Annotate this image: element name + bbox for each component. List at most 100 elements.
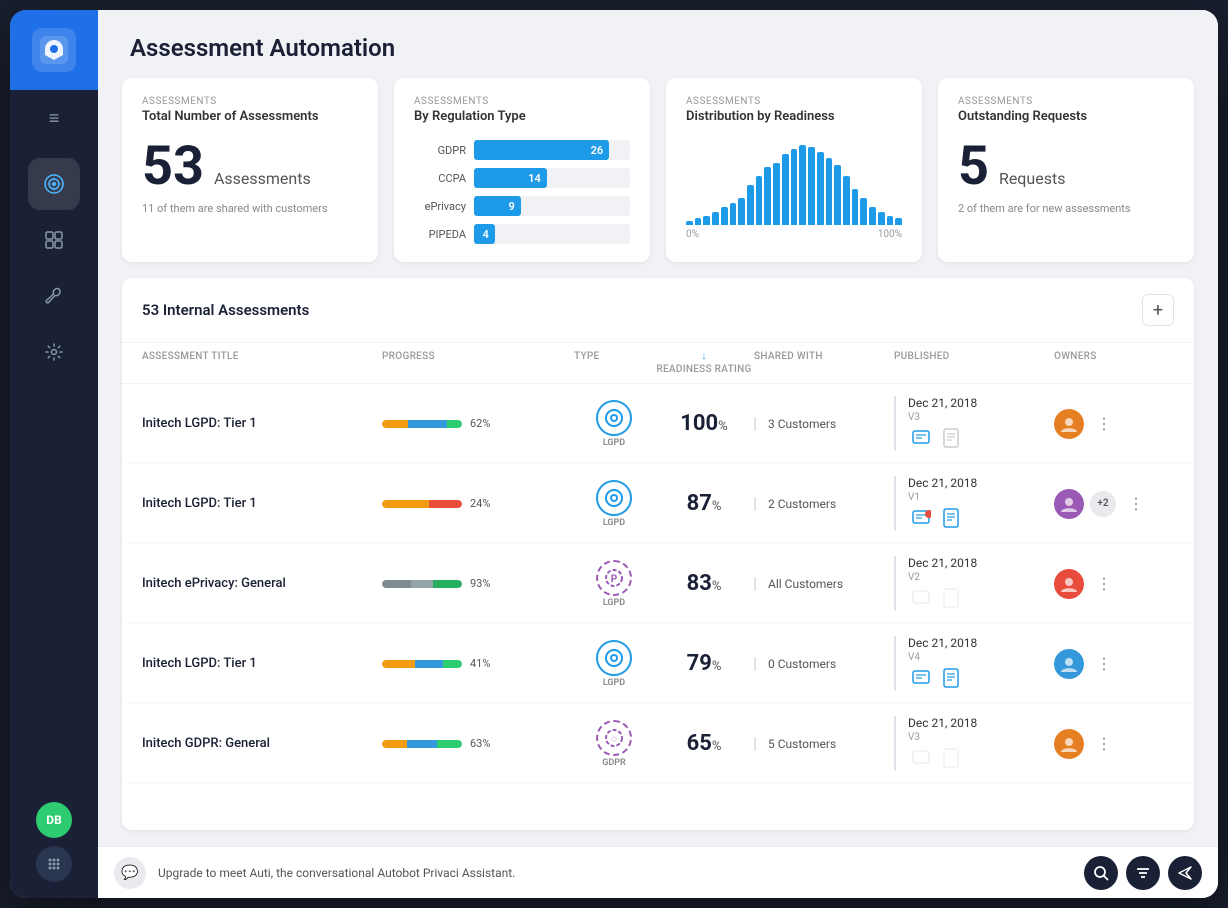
dist-bar	[895, 218, 902, 225]
pub-date: Dec 21, 2018	[908, 716, 1054, 730]
owners-cell: ⋮	[1054, 569, 1174, 599]
apps-icon[interactable]	[36, 846, 72, 882]
sidebar-item-radar[interactable]	[28, 158, 80, 210]
doc-icon-inactive[interactable]	[938, 745, 964, 771]
progress-segment	[408, 420, 447, 428]
bar-track: 9	[474, 196, 630, 216]
regulation-bar-row: GDPR 26	[414, 140, 630, 160]
search-bottom-button[interactable]	[1084, 856, 1118, 890]
bar-label: ePrivacy	[414, 200, 466, 213]
shared-count: 0 Customers	[768, 657, 836, 671]
progress-segment	[382, 500, 429, 508]
stat-title-2: By Regulation Type	[414, 109, 630, 124]
doc-icon-inactive[interactable]	[938, 585, 964, 611]
chat-icon[interactable]	[908, 505, 934, 531]
shared-with-cell: 3 Customers	[754, 417, 894, 431]
action-icons	[908, 425, 1054, 451]
table-title: 53 Internal Assessments	[142, 301, 309, 319]
pub-date: Dec 21, 2018	[908, 556, 1054, 570]
svg-text:P: P	[611, 574, 618, 585]
kebab-menu-button[interactable]: ⋮	[1090, 570, 1118, 598]
published-cell: Dec 21, 2018 V1	[894, 476, 1054, 531]
readiness-number: 79	[687, 651, 712, 676]
bar-fill: 26	[474, 140, 609, 160]
progress-segment	[429, 500, 462, 508]
dist-bar	[869, 207, 876, 225]
filter-bottom-button[interactable]	[1126, 856, 1160, 890]
dist-bar	[721, 207, 728, 225]
bar-track: 14	[474, 168, 630, 188]
type-badge: ◌ GDPR	[574, 720, 654, 768]
progress-fill	[382, 420, 462, 428]
chat-icon-inactive[interactable]	[908, 745, 934, 771]
total-assessments-number: 53	[142, 140, 204, 194]
type-icon: ◌	[596, 720, 632, 756]
outstanding-unit: Requests	[999, 169, 1066, 188]
shared-with-cell: 0 Customers	[754, 657, 894, 671]
kebab-menu-button[interactable]: ⋮	[1122, 490, 1150, 518]
pub-version: V4	[908, 652, 1054, 663]
pub-version: V2	[908, 572, 1054, 583]
chat-icon[interactable]	[908, 665, 934, 691]
upgrade-message: Upgrade to meet Auti, the conversational…	[158, 866, 1072, 880]
pub-version: V1	[908, 492, 1054, 503]
doc-icon[interactable]	[938, 505, 964, 531]
add-assessment-button[interactable]: +	[1142, 294, 1174, 326]
progress-segment	[382, 420, 408, 428]
dist-bar	[834, 165, 841, 225]
regulation-bar-row: ePrivacy 9	[414, 196, 630, 216]
sidebar-item-dashboard[interactable]	[28, 214, 80, 266]
type-badge: LGPD	[574, 400, 654, 448]
type-label: LGPD	[603, 678, 625, 688]
dist-bar	[791, 149, 798, 225]
menu-toggle-button[interactable]: ≡	[10, 94, 98, 142]
doc-icon[interactable]	[938, 425, 964, 451]
progress-fill	[382, 580, 462, 588]
dist-bar	[686, 221, 693, 225]
page-header: Assessment Automation	[98, 10, 1218, 78]
dist-bar	[817, 152, 824, 225]
bar-label: GDPR	[414, 144, 466, 157]
col-name: Assessment Title	[142, 351, 382, 375]
dist-bar	[738, 198, 745, 225]
kebab-menu-button[interactable]: ⋮	[1090, 650, 1118, 678]
assessment-name: Initech LGPD: Tier 1	[142, 656, 382, 671]
dist-bar	[703, 216, 710, 225]
dist-bar	[773, 163, 780, 225]
kebab-menu-button[interactable]: ⋮	[1090, 730, 1118, 758]
dist-bar	[712, 212, 719, 225]
bar-fill: 4	[474, 224, 495, 244]
stat-label-1: Assessments	[142, 96, 358, 107]
progress-segment	[433, 580, 462, 588]
sidebar-logo	[10, 10, 98, 90]
progress-segment	[382, 660, 415, 668]
doc-icon[interactable]	[938, 665, 964, 691]
regulation-bars: GDPR 26 CCPA 14 ePrivacy 9 PIPEDA 4	[414, 140, 630, 244]
progress-label: 63%	[470, 737, 490, 750]
owner-avatar	[1054, 729, 1084, 759]
kebab-menu-button[interactable]: ⋮	[1090, 410, 1118, 438]
send-bottom-button[interactable]	[1168, 856, 1202, 890]
stat-title-4: Outstanding Requests	[958, 109, 1174, 124]
regulation-bar-row: CCPA 14	[414, 168, 630, 188]
type-icon	[596, 400, 632, 436]
sidebar-item-wrench[interactable]	[28, 270, 80, 322]
owner-avatar	[1054, 409, 1084, 439]
type-badge: P LGPD	[574, 560, 654, 608]
readiness-number: 65	[687, 731, 712, 756]
type-badge: LGPD	[574, 640, 654, 688]
bar-value: 4	[483, 228, 489, 241]
readiness-number: 87	[687, 491, 712, 516]
table-row: Initech LGPD: Tier 1 41% LGPD 79% 0 Cust…	[122, 624, 1194, 704]
user-avatar[interactable]: DB	[36, 802, 72, 838]
chat-icon[interactable]	[908, 425, 934, 451]
sidebar-item-settings[interactable]	[28, 326, 80, 378]
readiness-cell: 79%	[654, 651, 754, 676]
shared-count: 2 Customers	[768, 497, 836, 511]
dist-bar	[695, 218, 702, 225]
stat-outstanding: Assessments Outstanding Requests 5 Reque…	[938, 78, 1194, 262]
bar-track: 26	[474, 140, 630, 160]
chat-icon-inactive[interactable]	[908, 585, 934, 611]
progress-segment	[382, 580, 411, 588]
table-row: Initech LGPD: Tier 1 62% LGPD 100% 3 Cus…	[122, 384, 1194, 464]
